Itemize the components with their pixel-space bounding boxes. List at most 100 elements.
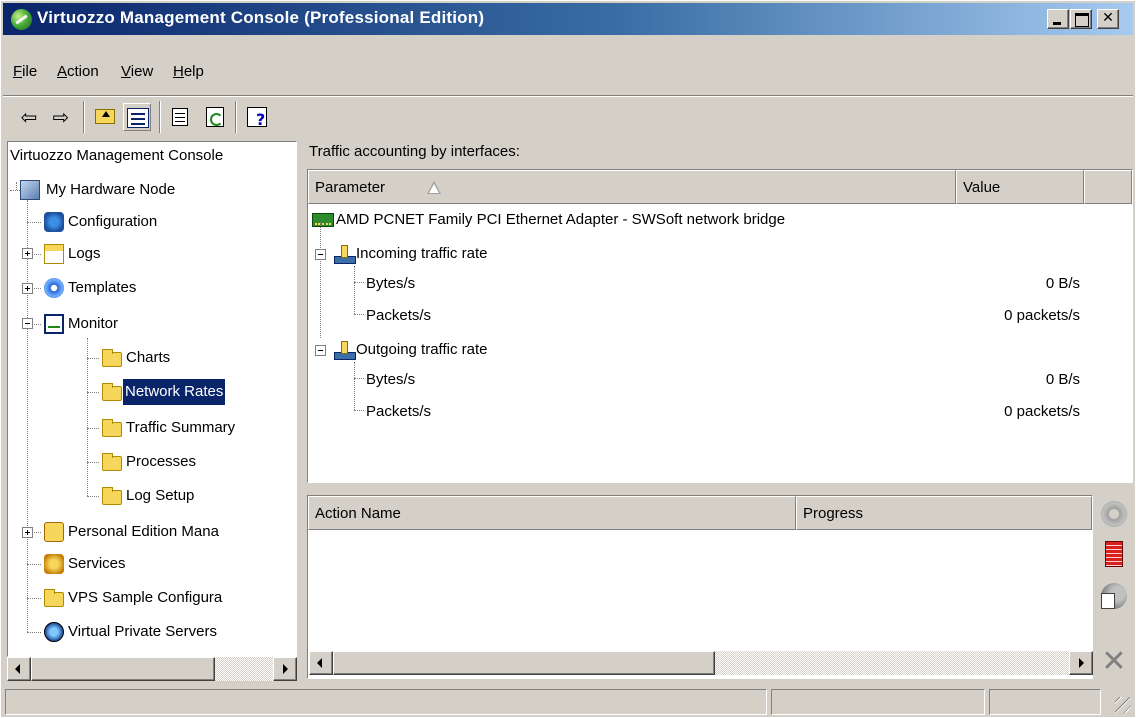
- tree-item-logs[interactable]: Logs: [42, 238, 292, 270]
- tree-item-label: Charts: [126, 349, 171, 366]
- traffic-rate-icon: [334, 341, 356, 360]
- expand-logs-button[interactable]: [22, 248, 33, 259]
- stop-icon[interactable]: [1105, 541, 1123, 567]
- server-icon: [20, 180, 40, 200]
- scroll-thumb[interactable]: [31, 657, 215, 681]
- folder-icon: [102, 487, 122, 505]
- outgoing-packets-value: 0 packets/s: [1004, 403, 1080, 420]
- close-button[interactable]: ✕: [1097, 9, 1119, 29]
- scroll-left-button[interactable]: [309, 651, 333, 675]
- maximize-button[interactable]: [1070, 9, 1092, 29]
- menu-view[interactable]: View: [121, 63, 153, 80]
- incoming-packets-value: 0 packets/s: [1004, 307, 1080, 324]
- menu-action[interactable]: Action: [57, 63, 99, 80]
- tree-line: [27, 632, 41, 633]
- templates-icon: [44, 278, 64, 298]
- tree-item-charts[interactable]: Charts: [100, 342, 295, 374]
- toolbar-separator: [83, 101, 85, 133]
- tree-horizontal-scrollbar[interactable]: [7, 657, 297, 681]
- tree-line: [354, 378, 364, 379]
- configure-icon[interactable]: [1101, 583, 1127, 609]
- vps-icon: [44, 622, 64, 642]
- services-icon: [44, 554, 64, 574]
- tree-item-label: Services: [68, 555, 126, 572]
- traffic-grid[interactable]: Parameter Value AMD PCNET Family PCI Eth…: [307, 169, 1133, 483]
- adapter-name: AMD PCNET Family PCI Ethernet Adapter - …: [336, 211, 786, 228]
- resize-grip[interactable]: [1115, 697, 1131, 713]
- column-header-label: Action Name: [315, 505, 401, 522]
- outgoing-bytes-value: 0 B/s: [1045, 371, 1080, 388]
- menu-separator: [3, 95, 1133, 97]
- tree-line: [27, 564, 41, 565]
- tree-item-monitor[interactable]: Monitor: [42, 308, 292, 340]
- adapter-row[interactable]: AMD PCNET Family PCI Ethernet Adapter - …: [310, 204, 1010, 236]
- expand-templates-button[interactable]: [22, 283, 33, 294]
- tree-line: [87, 428, 99, 429]
- incoming-traffic-row[interactable]: Incoming traffic rate: [332, 238, 632, 270]
- forward-button[interactable]: ⇨: [47, 103, 75, 131]
- configuration-icon: [44, 212, 64, 232]
- monitor-icon: [44, 314, 64, 334]
- outgoing-bytes-label: Bytes/s: [366, 371, 416, 388]
- column-header-progress[interactable]: Progress: [796, 496, 1092, 530]
- app-window: Virtuozzo Management Console (Profession…: [0, 0, 1136, 718]
- logs-icon: [44, 244, 64, 264]
- help-button[interactable]: [243, 103, 271, 134]
- console-tree[interactable]: Virtuozzo Management Console My Hardware…: [7, 141, 297, 657]
- tree-line: [354, 314, 364, 315]
- column-header-action-name[interactable]: Action Name: [308, 496, 796, 530]
- collapse-incoming-button[interactable]: [315, 249, 326, 260]
- sort-ascending-icon: [427, 181, 441, 194]
- tree-item-traffic-summary[interactable]: Traffic Summary: [100, 412, 295, 444]
- tree-item-label: Templates: [68, 279, 137, 296]
- tree-item-label: Personal Edition Mana: [68, 523, 219, 540]
- actions-horizontal-scrollbar[interactable]: [309, 651, 1093, 675]
- properties-icon: [172, 108, 188, 126]
- collapse-outgoing-button[interactable]: [315, 345, 326, 356]
- incoming-bytes-label: Bytes/s: [366, 275, 416, 292]
- menu-view-rest: iew: [130, 63, 154, 80]
- folder-icon: [102, 383, 122, 401]
- traffic-rate-icon: [334, 245, 356, 264]
- tree-item-templates[interactable]: Templates: [42, 272, 292, 304]
- title-bar[interactable]: Virtuozzo Management Console (Profession…: [3, 3, 1133, 35]
- outgoing-traffic-row[interactable]: Outgoing traffic rate: [332, 334, 632, 366]
- column-header-parameter[interactable]: Parameter: [308, 170, 956, 204]
- outgoing-packets-label: Packets/s: [366, 403, 432, 420]
- tree-line: [27, 598, 41, 599]
- tree-item-vps-sample-configurations[interactable]: VPS Sample Configura: [42, 582, 296, 614]
- scroll-left-button[interactable]: [7, 657, 31, 681]
- expand-personal-edition-button[interactable]: [22, 527, 33, 538]
- tree-item-log-setup[interactable]: Log Setup: [100, 480, 295, 512]
- minimize-button[interactable]: [1047, 9, 1069, 29]
- tree-item-configuration[interactable]: Configuration: [42, 206, 292, 238]
- menu-file-rest: ile: [22, 63, 38, 80]
- scroll-thumb[interactable]: [333, 651, 715, 675]
- tree-item-virtual-private-servers[interactable]: Virtual Private Servers: [42, 616, 296, 648]
- tree-line: [87, 496, 99, 497]
- help-icon: [247, 106, 267, 134]
- menu-help[interactable]: Help: [173, 63, 204, 80]
- properties-button[interactable]: [167, 103, 195, 131]
- column-header-value[interactable]: Value: [956, 170, 1084, 204]
- collapse-monitor-button[interactable]: [22, 318, 33, 329]
- tree-item-my-hardware-node[interactable]: My Hardware Node: [16, 174, 286, 206]
- network-adapter-icon: [312, 213, 334, 227]
- back-button[interactable]: ⇦: [15, 103, 43, 131]
- tree-item-personal-edition-manager[interactable]: Personal Edition Mana: [42, 516, 296, 548]
- refresh-button[interactable]: [201, 103, 229, 131]
- tree-line: [27, 222, 41, 223]
- up-one-level-button[interactable]: [91, 103, 119, 131]
- menu-file[interactable]: File: [13, 63, 37, 80]
- tree-item-network-rates[interactable]: Network Rates: [100, 376, 295, 408]
- settings-gear-icon[interactable]: [1101, 501, 1127, 527]
- tree-item-processes[interactable]: Processes: [100, 446, 295, 478]
- tree-item-label: Logs: [68, 245, 101, 262]
- cancel-x-icon[interactable]: ✕: [1101, 647, 1127, 677]
- scroll-right-button[interactable]: [1069, 651, 1093, 675]
- folder-icon: [102, 453, 122, 471]
- tree-item-services[interactable]: Services: [42, 548, 292, 580]
- show-hide-tree-button[interactable]: [123, 103, 151, 131]
- status-panel-3: [989, 689, 1101, 715]
- scroll-right-button[interactable]: [273, 657, 297, 681]
